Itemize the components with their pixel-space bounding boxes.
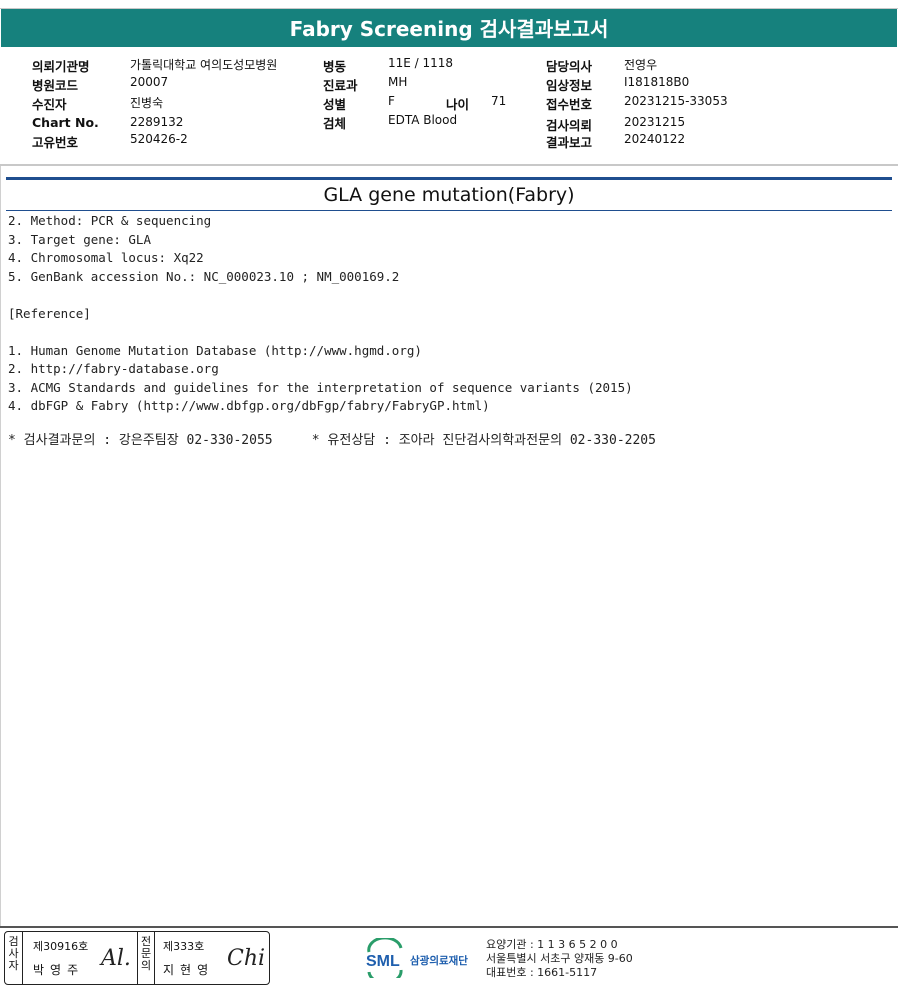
receipt-no-value: 20231215-33053 bbox=[624, 94, 728, 108]
header-divider bbox=[0, 164, 898, 166]
reference-item: 4. dbFGP & Fabry (http://www.dbfgp.org/d… bbox=[8, 398, 490, 413]
body-line: 3. Target gene: GLA bbox=[8, 231, 151, 247]
body-line: 2. Method: PCR & sequencing bbox=[8, 213, 212, 228]
request-date-value: 20231215 bbox=[624, 115, 686, 129]
doctor-label: 담당의사 bbox=[546, 59, 593, 74]
age-label: 나이 bbox=[446, 97, 470, 112]
body-line bbox=[8, 323, 888, 342]
ward-value: 11E / 1118 bbox=[388, 56, 454, 70]
ward-label: 병동 bbox=[323, 59, 347, 74]
patient-label: 수진자 bbox=[32, 97, 67, 112]
footer-divider bbox=[0, 926, 898, 928]
unique-no-value: 520426-2 bbox=[130, 132, 188, 146]
specimen-value: EDTA Blood bbox=[388, 113, 458, 127]
sml-logo: SML 삼광의료재단 bbox=[365, 936, 480, 985]
reference-heading: [Reference] bbox=[8, 305, 91, 321]
sex-value: F bbox=[388, 94, 395, 108]
sex-label: 성별 bbox=[323, 97, 347, 112]
tester-license-no: 제30916호 bbox=[33, 940, 89, 953]
reference-item: 3. ACMG Standards and guidelines for the… bbox=[8, 379, 633, 395]
body-line: 4. Chromosomal locus: Xq22 bbox=[8, 250, 204, 265]
specialist-signature: Chi bbox=[227, 946, 266, 971]
section-bottom-rule bbox=[6, 210, 892, 211]
tester-signature: Al. bbox=[101, 946, 131, 971]
institution-value: 가톨릭대학교 여의도성모병원 bbox=[130, 58, 278, 72]
tester-vertical-label: 검사자 bbox=[5, 932, 23, 984]
patient-value: 진병숙 bbox=[130, 96, 164, 110]
sml-logo-icon: SML 삼광의료재단 bbox=[366, 936, 468, 985]
org-phone: 대표번호 : 1661-5117 bbox=[486, 966, 598, 979]
specialist-vertical-label: 전문의 bbox=[137, 932, 155, 984]
result-date-label: 결과보고 bbox=[546, 135, 593, 150]
report-title: Fabry Screening 검사결과보고서 bbox=[1, 9, 897, 47]
logo-text: SML bbox=[366, 953, 400, 970]
result-date-value: 20240122 bbox=[624, 132, 686, 146]
institution-code: 요양기관 : 1 1 3 6 5 2 0 0 bbox=[486, 938, 618, 951]
left-page-border bbox=[0, 166, 1, 926]
window-top-frame bbox=[0, 0, 898, 9]
clinical-info-value: I181818B0 bbox=[624, 75, 690, 89]
chart-no-label: Chart No. bbox=[32, 115, 99, 130]
reference-item: 1. Human Genome Mutation Database (http:… bbox=[8, 342, 422, 358]
patient-info-panel: 의뢰기관명 가톨릭대학교 여의도성모병원 병원코드 20007 수진자 진병숙 … bbox=[0, 54, 898, 154]
org-name: 삼광의료재단 bbox=[410, 954, 468, 967]
dept-value: MH bbox=[388, 75, 408, 89]
tester-name: 박영주 bbox=[33, 963, 85, 977]
chart-no-value: 2289132 bbox=[130, 115, 184, 129]
doctor-value: 전영우 bbox=[624, 58, 658, 72]
unique-no-label: 고유번호 bbox=[32, 135, 79, 150]
receipt-no-label: 접수번호 bbox=[546, 97, 593, 112]
body-line bbox=[8, 286, 888, 305]
result-body: 2. Method: PCR & sequencing 3. Target gen… bbox=[8, 212, 888, 416]
specimen-label: 검체 bbox=[323, 116, 347, 131]
clinical-info-label: 임상정보 bbox=[546, 78, 593, 93]
body-line: 5. GenBank accession No.: NC_000023.10 ;… bbox=[8, 268, 400, 284]
age-value: 71 bbox=[491, 94, 507, 108]
contact-line: * 검사결과문의 : 강은주팀장 02-330-2055 * 유전상담 : 조아… bbox=[8, 433, 656, 448]
org-address: 서울특별시 서초구 양재동 9-60 bbox=[486, 952, 633, 965]
institution-label: 의뢰기관명 bbox=[32, 59, 90, 74]
footer-info: 요양기관 : 1 1 3 6 5 2 0 0 서울특별시 서초구 양재동 9-6… bbox=[486, 938, 633, 980]
section-top-rule bbox=[6, 177, 892, 180]
hospital-code-label: 병원코드 bbox=[32, 78, 79, 93]
signature-box: 검사자 제30916호 박영주 Al. 전문의 제333호 지현영 Chi bbox=[4, 931, 270, 985]
hospital-code-value: 20007 bbox=[130, 75, 169, 89]
dept-label: 진료과 bbox=[323, 78, 358, 93]
specialist-name: 지현영 bbox=[163, 963, 215, 977]
specialist-license-no: 제333호 bbox=[163, 940, 205, 953]
reference-item: 2. http://fabry-database.org bbox=[8, 361, 219, 376]
section-title: GLA gene mutation(Fabry) bbox=[323, 184, 575, 206]
